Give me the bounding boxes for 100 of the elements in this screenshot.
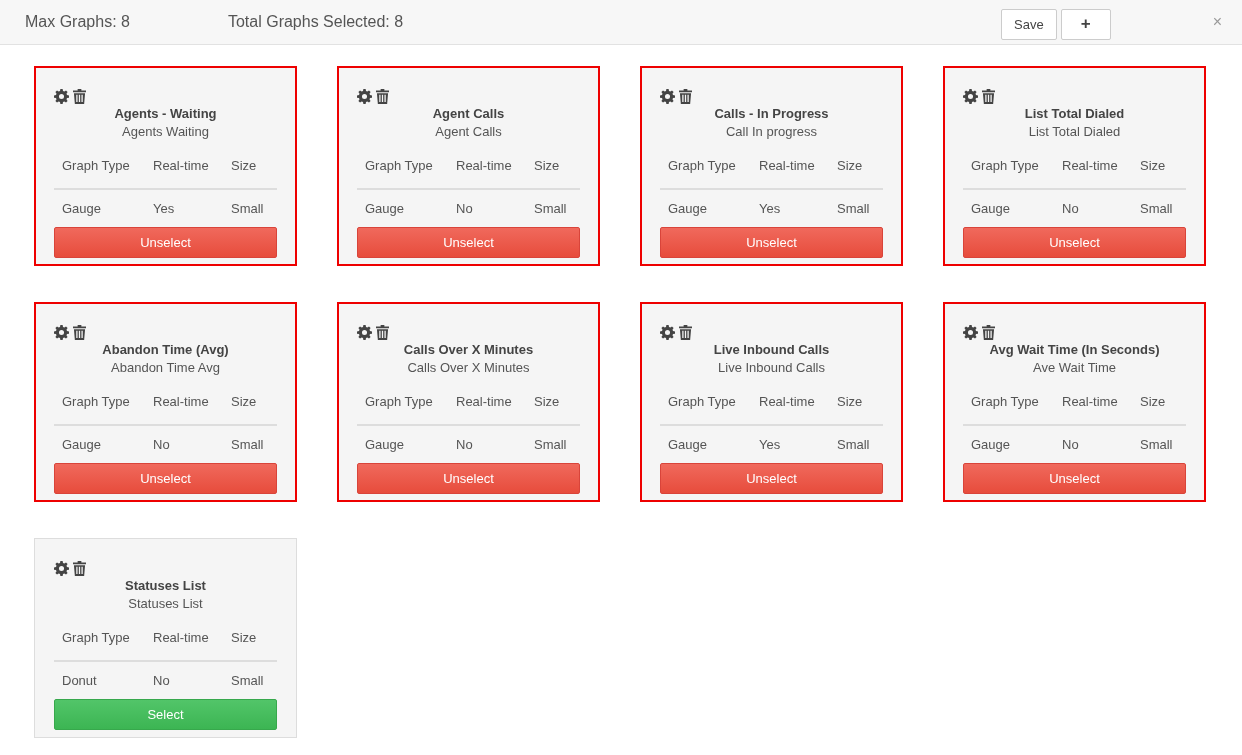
- save-button[interactable]: Save: [1001, 8, 1057, 40]
- trash-icon[interactable]: [679, 324, 692, 340]
- settings-icon[interactable]: [660, 88, 675, 104]
- column-header: Graph Type: [62, 158, 131, 173]
- table-cell: Small: [1140, 436, 1173, 452]
- column-header: Size: [534, 158, 560, 173]
- column-header: Real-time: [759, 394, 816, 409]
- graph-subtitle: Agent Calls: [434, 124, 503, 139]
- table-cell-text: Gauge: [365, 436, 406, 452]
- column-header: Real-time: [1062, 158, 1119, 173]
- column-header: Graph Type: [668, 394, 737, 409]
- graph-title: List Total Dialed: [1023, 106, 1126, 121]
- unselect-button[interactable]: Unselect: [54, 227, 277, 258]
- graph-subtitle: Ave Wait Time: [1031, 360, 1118, 375]
- column-header: Size: [1140, 394, 1166, 409]
- table-cell: Small: [534, 200, 567, 216]
- table-cell: Small: [837, 436, 870, 452]
- close-button[interactable]: ×: [1208, 13, 1226, 31]
- column-header: Graph Type: [365, 394, 434, 409]
- graph-subtitle: Agents Waiting: [121, 124, 210, 139]
- table-cell: Small: [1140, 200, 1173, 216]
- table-cell-text: Gauge: [62, 200, 103, 216]
- column-header: Size: [231, 394, 257, 409]
- graph-subtitle: Statuses List: [127, 596, 204, 611]
- column-header: Size: [534, 394, 560, 409]
- column-header: Real-time: [456, 394, 513, 409]
- column-header: Graph Type: [62, 394, 131, 409]
- select-button[interactable]: Select: [54, 699, 277, 730]
- unselect-button[interactable]: Unselect: [357, 463, 580, 494]
- graph-title: Agent Calls: [431, 106, 506, 121]
- column-header: Graph Type: [62, 630, 131, 645]
- unselect-button[interactable]: Unselect: [963, 463, 1186, 494]
- graph-subtitle: Call In progress: [724, 124, 818, 139]
- settings-icon[interactable]: [357, 324, 372, 340]
- graph-title: Calls - In Progress: [713, 106, 830, 121]
- table-cell-text: Gauge: [971, 200, 1012, 216]
- column-header: Size: [1140, 158, 1166, 173]
- graph-title: Avg Wait Time (In Seconds): [988, 342, 1161, 357]
- column-header: Graph Type: [971, 158, 1040, 173]
- table-cell-text: Gauge: [365, 200, 406, 216]
- graph-subtitle: List Total Dialed: [1027, 124, 1122, 139]
- column-header: Size: [231, 630, 257, 645]
- table-cell-text: Gauge: [668, 436, 709, 452]
- trash-icon[interactable]: [376, 324, 389, 340]
- graph-title: Abandon Time (Avg): [101, 342, 230, 357]
- table-cell: Small: [231, 436, 264, 452]
- table-cell-text: Yes: [153, 200, 176, 216]
- trash-icon[interactable]: [73, 88, 86, 104]
- graph-subtitle: Live Inbound Calls: [717, 360, 826, 375]
- column-header: Size: [837, 158, 863, 173]
- max-graphs-label: Max Graphs: 8: [25, 13, 130, 31]
- table-cell-text: Gauge: [62, 436, 103, 452]
- table-cell-text: No: [1062, 200, 1080, 216]
- unselect-button[interactable]: Unselect: [54, 463, 277, 494]
- settings-icon[interactable]: [660, 324, 675, 340]
- unselect-button[interactable]: Unselect: [357, 227, 580, 258]
- settings-icon[interactable]: [54, 324, 69, 340]
- column-header: Real-time: [153, 158, 210, 173]
- table-cell-text: No: [456, 200, 474, 216]
- unselect-button[interactable]: Unselect: [660, 227, 883, 258]
- table-cell: Small: [231, 200, 264, 216]
- column-header: Graph Type: [365, 158, 434, 173]
- settings-icon[interactable]: [357, 88, 372, 104]
- table-cell: Small: [837, 200, 870, 216]
- unselect-button[interactable]: Unselect: [963, 227, 1186, 258]
- table-cell: Small: [231, 672, 264, 688]
- trash-icon[interactable]: [73, 324, 86, 340]
- trash-icon[interactable]: [982, 324, 995, 340]
- column-header: Graph Type: [668, 158, 737, 173]
- unselect-button[interactable]: Unselect: [660, 463, 883, 494]
- settings-icon[interactable]: [963, 324, 978, 340]
- column-header: Graph Type: [971, 394, 1040, 409]
- graph-title: Live Inbound Calls: [712, 342, 831, 357]
- column-header: Real-time: [759, 158, 816, 173]
- settings-icon[interactable]: [54, 88, 69, 104]
- graph-subtitle: Calls Over X Minutes: [406, 360, 531, 375]
- table-cell: Small: [534, 436, 567, 452]
- table-cell-text: Gauge: [971, 436, 1012, 452]
- column-header: Real-time: [153, 630, 210, 645]
- table-cell-text: No: [153, 672, 171, 688]
- table-cell-text: Gauge: [668, 200, 709, 216]
- total-selected-label: Total Graphs Selected: 8: [227, 13, 404, 31]
- trash-icon[interactable]: [73, 560, 86, 576]
- column-header: Size: [837, 394, 863, 409]
- table-cell-text: Donut: [62, 672, 98, 688]
- table-cell-text: No: [1062, 436, 1080, 452]
- trash-icon[interactable]: [982, 88, 995, 104]
- graph-title: Calls Over X Minutes: [402, 342, 535, 357]
- settings-icon[interactable]: [54, 560, 69, 576]
- table-cell-text: No: [153, 436, 171, 452]
- trash-icon[interactable]: [376, 88, 389, 104]
- column-header: Real-time: [1062, 394, 1119, 409]
- table-cell-text: Yes: [759, 436, 782, 452]
- graph-title: Agents - Waiting: [113, 106, 218, 121]
- trash-icon[interactable]: [679, 88, 692, 104]
- graph-subtitle: Abandon Time Avg: [110, 360, 221, 375]
- table-cell-text: No: [456, 436, 474, 452]
- settings-icon[interactable]: [963, 88, 978, 104]
- add-button[interactable]: +: [1060, 8, 1111, 40]
- table-cell-text: Yes: [759, 200, 782, 216]
